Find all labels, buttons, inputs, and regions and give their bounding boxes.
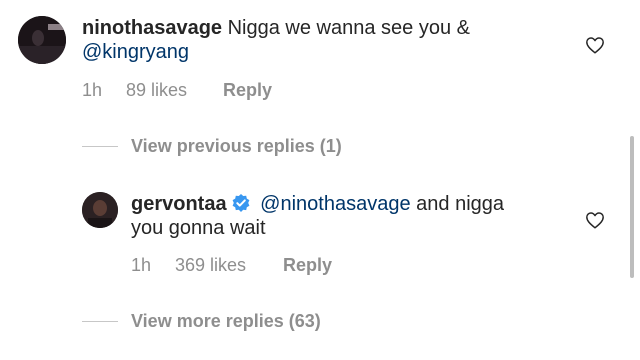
comment-text-line2: you gonna wait: [131, 217, 266, 239]
comment-username[interactable]: ninothasavage: [82, 17, 222, 39]
heart-outline-icon[interactable]: [585, 36, 605, 54]
reply-button[interactable]: Reply: [283, 255, 332, 276]
avatar-image: [18, 16, 66, 64]
comment-mention[interactable]: @ninothasavage: [260, 193, 410, 215]
scrollbar-thumb[interactable]: [630, 136, 634, 278]
view-more-replies-button[interactable]: View more replies (63): [131, 311, 321, 332]
comment-body: ninothasavage Nigga we wanna see you & @…: [82, 16, 582, 64]
view-previous-replies-button[interactable]: View previous replies (1): [131, 136, 342, 157]
verified-badge-icon: [232, 194, 249, 212]
comment-likes[interactable]: 369 likes: [175, 255, 283, 276]
avatar[interactable]: [18, 16, 66, 64]
replies-divider: [82, 321, 118, 322]
comment-time: 1h: [131, 255, 152, 275]
avatar[interactable]: [82, 192, 118, 228]
reply-button[interactable]: Reply: [223, 80, 272, 101]
comment-mention[interactable]: @kingryang: [82, 41, 189, 63]
comment-text-line1: and nigga: [416, 193, 505, 215]
comment-likes[interactable]: 89 likes: [126, 80, 223, 101]
comment-meta: 1h 89 likes Reply: [82, 80, 272, 101]
comment-time: 1h: [82, 80, 103, 100]
heart-outline-icon[interactable]: [585, 211, 605, 229]
replies-divider: [82, 146, 118, 147]
comment-text: Nigga we wanna see you &: [227, 17, 470, 39]
comment-username[interactable]: gervontaa: [131, 193, 227, 215]
avatar-image: [82, 192, 118, 228]
comment-meta: 1h 369 likes Reply: [131, 255, 332, 276]
comment-body: gervontaa @ninothasavage and nigga you g…: [131, 192, 571, 240]
